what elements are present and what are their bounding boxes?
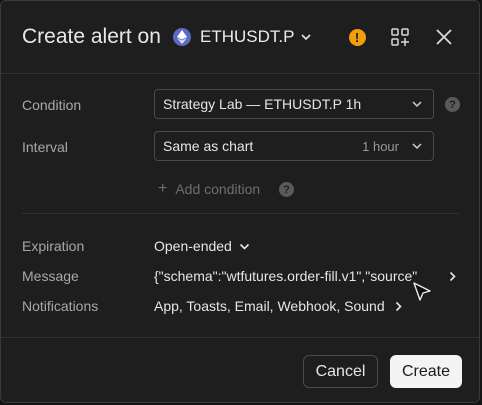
- message-label: Message: [22, 268, 79, 284]
- mouse-cursor-icon: [410, 280, 434, 309]
- symbol-selector[interactable]: ETHUSDT.P: [173, 27, 312, 47]
- expiration-label: Expiration: [22, 238, 85, 254]
- apps-grid-icon[interactable]: [390, 27, 410, 47]
- add-condition-button[interactable]: + Add condition: [158, 180, 260, 198]
- chevron-down-icon: [411, 100, 427, 108]
- section-divider: [22, 213, 459, 214]
- expiration-value: Open-ended: [154, 238, 232, 254]
- create-alert-dialog: Create alert on ETHUSDT.P ! Condition St…: [0, 0, 480, 403]
- interval-label: Interval: [22, 139, 68, 155]
- dialog-header: Create alert on ETHUSDT.P !: [1, 1, 479, 74]
- cancel-button[interactable]: Cancel: [303, 355, 378, 388]
- message-value: {"schema":"wtfutures.order-fill.v1","sou…: [154, 268, 418, 284]
- notifications-value: App, Toasts, Email, Webhook, Sound: [154, 298, 385, 314]
- notifications-label: Notifications: [22, 298, 99, 314]
- interval-value: Same as chart: [163, 138, 254, 154]
- condition-label: Condition: [22, 97, 82, 113]
- chevron-down-icon: [300, 28, 312, 46]
- close-icon[interactable]: [434, 27, 454, 47]
- expiration-selector[interactable]: Open-ended: [154, 238, 250, 254]
- chevron-right-icon: [449, 271, 456, 282]
- condition-value: Strategy Lab — ETHUSDT.P 1h: [163, 96, 362, 112]
- create-button[interactable]: Create: [390, 355, 462, 388]
- interval-sub-value: 1 hour: [362, 138, 399, 154]
- notifications-link[interactable]: App, Toasts, Email, Webhook, Sound: [154, 298, 402, 314]
- chevron-down-icon: [239, 243, 250, 250]
- condition-help-icon[interactable]: ?: [445, 97, 460, 112]
- condition-select[interactable]: Strategy Lab — ETHUSDT.P 1h: [154, 89, 434, 119]
- ethereum-icon: [173, 28, 191, 46]
- symbol-label: ETHUSDT.P: [200, 27, 295, 46]
- warning-icon[interactable]: !: [347, 27, 367, 47]
- chevron-right-icon: [395, 301, 402, 312]
- warning-glyph: !: [348, 28, 366, 46]
- chevron-down-icon: [411, 142, 427, 150]
- dialog-footer: Cancel Create: [1, 337, 479, 402]
- dialog-title: Create alert on: [22, 25, 161, 48]
- add-condition-help-icon[interactable]: ?: [279, 182, 294, 197]
- add-condition-label: Add condition: [175, 181, 261, 197]
- interval-select[interactable]: Same as chart 1 hour: [154, 131, 434, 161]
- plus-icon: +: [158, 180, 168, 197]
